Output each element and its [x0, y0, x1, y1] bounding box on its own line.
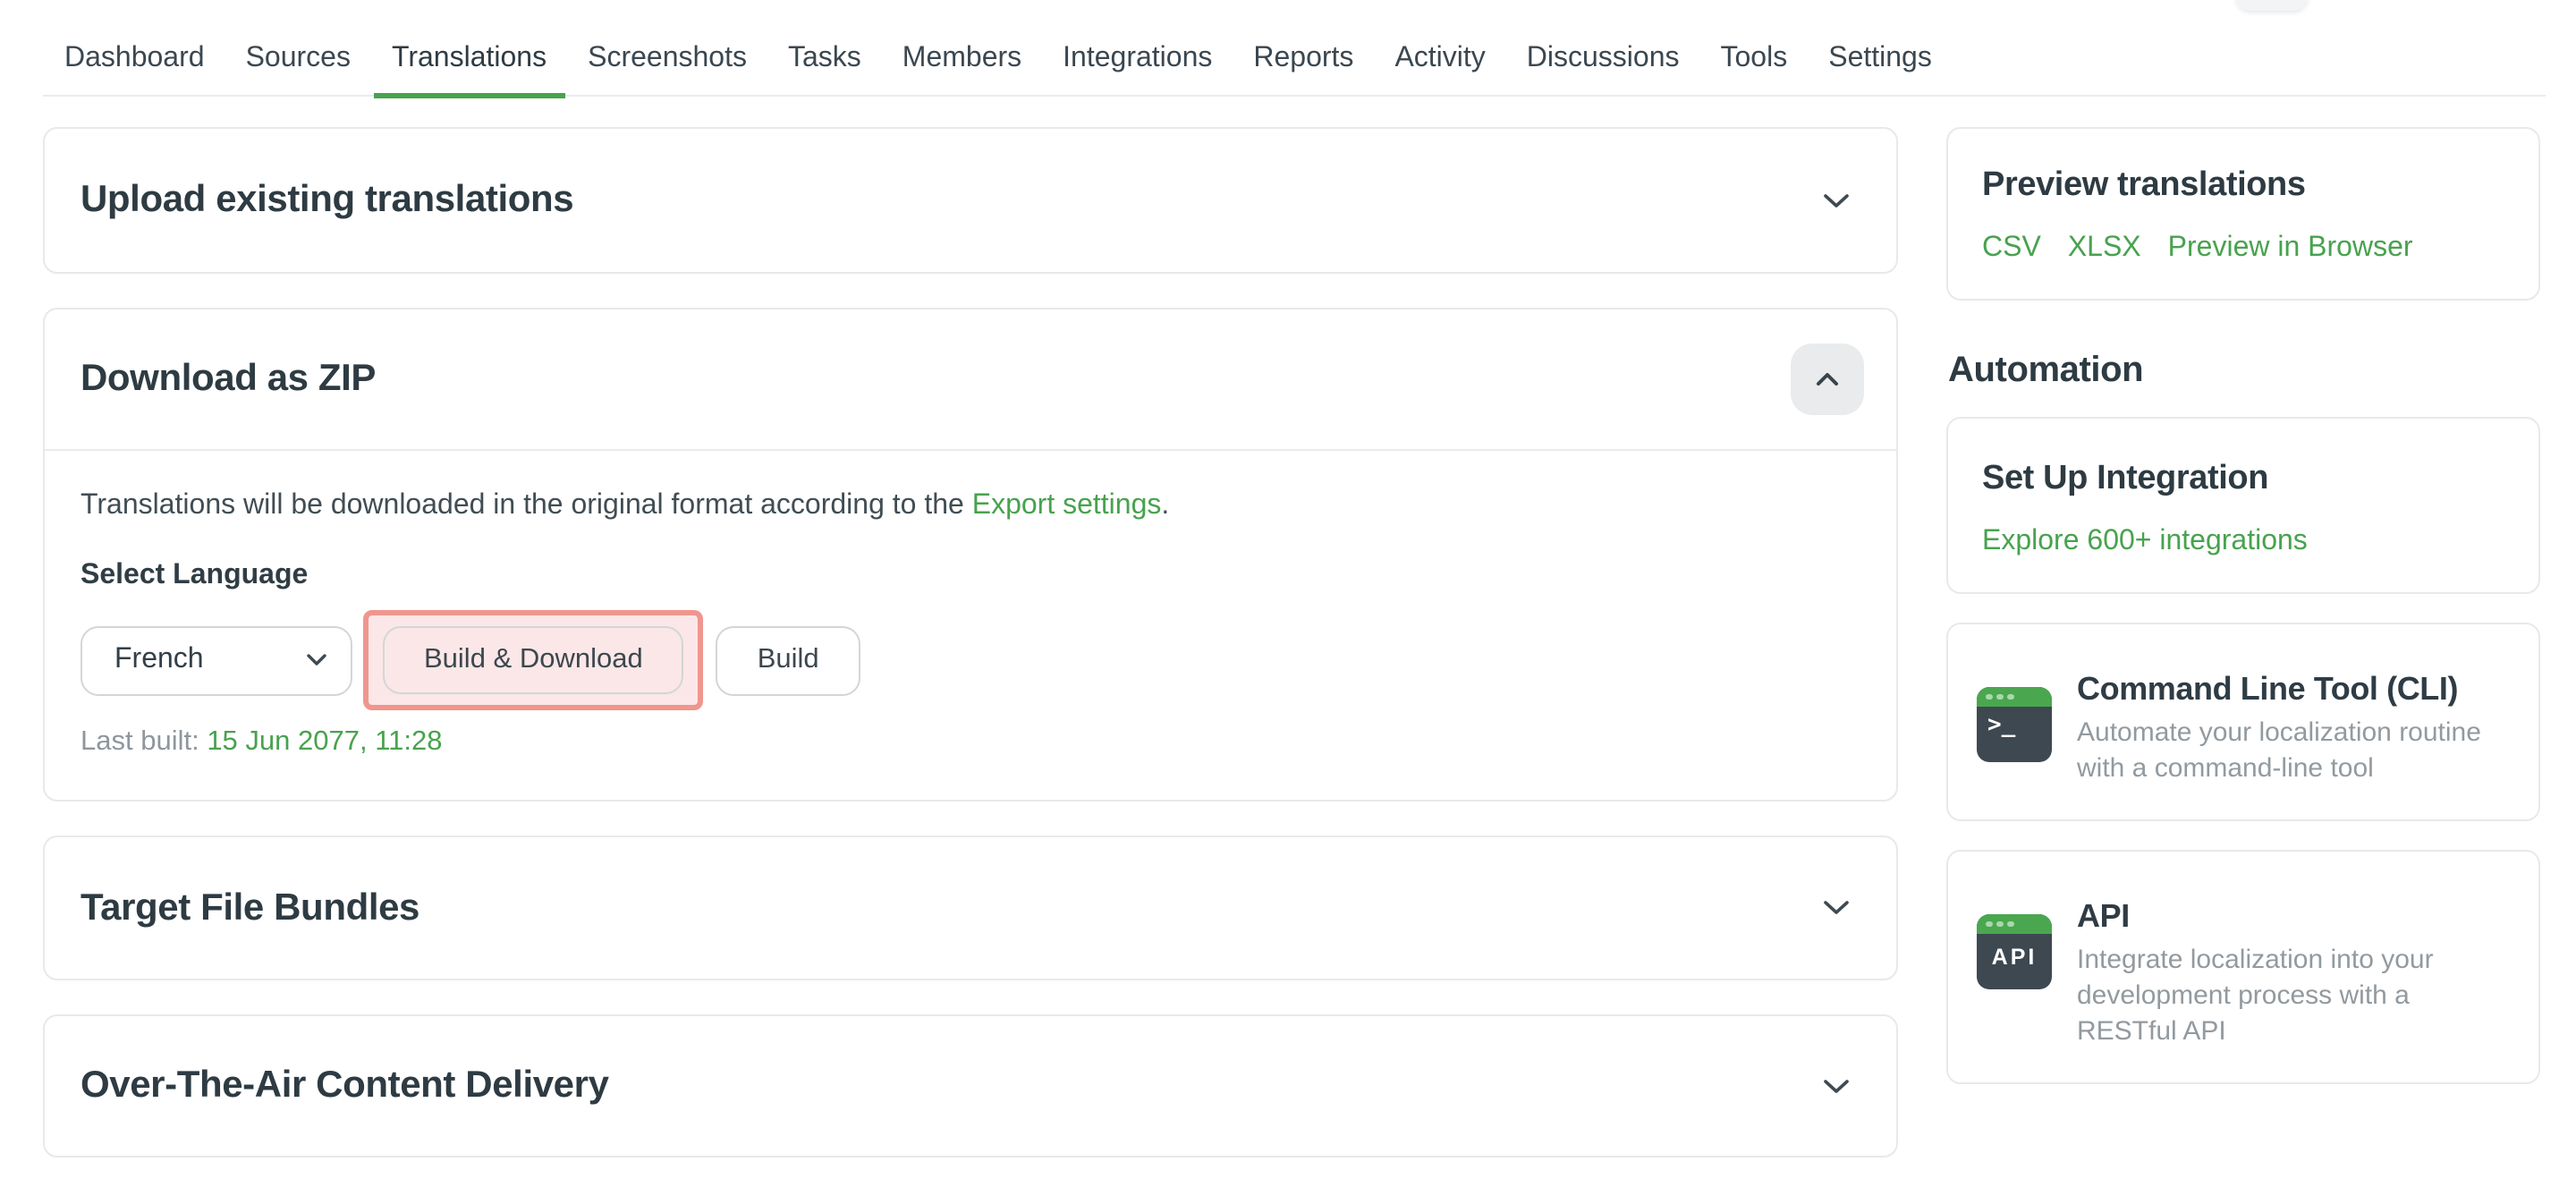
download-as-zip-card: Download as ZIP Translations will be dow…	[43, 308, 1898, 802]
sidebar: Preview translations CSV XLSX Preview in…	[1946, 127, 2540, 1084]
integration-card-title: Set Up Integration	[1982, 458, 2510, 499]
tab-tools[interactable]: Tools	[1721, 41, 1788, 97]
api-card-title: API	[2077, 895, 2513, 937]
download-card-header: Download as ZIP	[45, 310, 1896, 449]
tab-reports[interactable]: Reports	[1253, 41, 1353, 97]
terminal-prompt-glyph: >_	[1977, 707, 2052, 739]
preview-translations-card: Preview translations CSV XLSX Preview in…	[1946, 127, 2540, 301]
chevron-up-icon	[1816, 372, 1839, 386]
api-card-description: Integrate localization into your develop…	[2077, 943, 2513, 1050]
window-dot-icon	[1986, 921, 1992, 928]
build-controls-row: French Build & Download Build	[80, 610, 1860, 710]
api-icon: API	[1977, 914, 2052, 989]
tab-sources[interactable]: Sources	[246, 41, 351, 97]
tab-screenshots[interactable]: Screenshots	[588, 41, 747, 97]
set-up-integration-card: Set Up Integration Explore 600+ integrat…	[1946, 417, 2540, 594]
csv-link[interactable]: CSV	[1982, 231, 2041, 267]
chevron-down-icon	[306, 653, 327, 667]
cli-card-title: Command Line Tool (CLI)	[2077, 667, 2513, 710]
chevron-down-icon[interactable]	[1823, 900, 1850, 916]
download-description: Translations will be downloaded in the o…	[80, 487, 1860, 526]
last-built-status: Last built: 15 Jun 2077, 11:28	[80, 725, 1860, 760]
window-dot-icon	[2007, 921, 2013, 928]
cli-card-text: Command Line Tool (CLI) Automate your lo…	[2077, 667, 2513, 787]
automation-heading: Automation	[1948, 347, 2540, 394]
language-select[interactable]: French	[80, 625, 352, 695]
project-tabs: Dashboard Sources Translations Screensho…	[43, 0, 2546, 97]
window-dot-icon	[1996, 694, 2003, 700]
tab-translations[interactable]: Translations	[392, 41, 547, 97]
ota-card-title: Over-The-Air Content Delivery	[80, 1064, 609, 1107]
content-layout: Upload existing translations Download as…	[0, 97, 2576, 1158]
upload-card-title: Upload existing translations	[80, 179, 573, 222]
tab-discussions[interactable]: Discussions	[1527, 41, 1680, 97]
upload-existing-translations-card[interactable]: Upload existing translations	[43, 127, 1898, 274]
tab-tasks[interactable]: Tasks	[788, 41, 861, 97]
cutoff-toolbar-pill	[2236, 0, 2308, 11]
page: Dashboard Sources Translations Screensho…	[0, 0, 2576, 1179]
ota-content-delivery-card[interactable]: Over-The-Air Content Delivery	[43, 1014, 1898, 1158]
preview-card-title: Preview translations	[1982, 165, 2510, 206]
window-dot-icon	[1986, 694, 1992, 700]
api-card[interactable]: API API Integrate localization into your…	[1946, 850, 2540, 1084]
xlsx-link[interactable]: XLSX	[2068, 231, 2141, 267]
build-and-download-button[interactable]: Build & Download	[383, 626, 684, 694]
tab-settings[interactable]: Settings	[1828, 41, 1932, 97]
description-text: Translations will be downloaded in the o…	[80, 490, 972, 521]
main-column: Upload existing translations Download as…	[43, 127, 1898, 1158]
download-card-body: Translations will be downloaded in the o…	[45, 451, 1896, 800]
bundles-card-title: Target File Bundles	[80, 886, 419, 929]
target-file-bundles-card[interactable]: Target File Bundles	[43, 835, 1898, 980]
language-select-value: French	[114, 644, 204, 676]
build-button[interactable]: Build	[716, 625, 860, 695]
annotation-highlight-box: Build & Download	[363, 610, 704, 710]
last-built-label: Last built:	[80, 726, 207, 757]
top-navigation: Dashboard Sources Translations Screensho…	[43, 0, 2546, 97]
tab-integrations[interactable]: Integrations	[1063, 41, 1212, 97]
export-settings-link[interactable]: Export settings	[972, 490, 1162, 521]
api-icon-label: API	[1977, 934, 2052, 970]
terminal-icon: >_	[1977, 687, 2052, 762]
tab-activity[interactable]: Activity	[1394, 41, 1485, 97]
description-period: .	[1161, 490, 1169, 521]
window-dot-icon	[2007, 694, 2013, 700]
preview-in-browser-link[interactable]: Preview in Browser	[2168, 231, 2413, 267]
chevron-down-icon[interactable]	[1823, 1078, 1850, 1094]
download-card-title: Download as ZIP	[80, 358, 376, 401]
cli-card[interactable]: >_ Command Line Tool (CLI) Automate your…	[1946, 623, 2540, 821]
terminal-icon-titlebar	[1977, 687, 2052, 707]
api-icon-titlebar	[1977, 914, 2052, 934]
last-built-value: 15 Jun 2077, 11:28	[207, 726, 442, 757]
collapse-button[interactable]	[1791, 344, 1864, 415]
api-card-text: API Integrate localization into your dev…	[2077, 895, 2513, 1050]
cli-card-description: Automate your localization routine with …	[2077, 716, 2513, 787]
preview-links-row: CSV XLSX Preview in Browser	[1982, 231, 2510, 267]
select-language-label: Select Language	[80, 558, 1860, 594]
explore-integrations-link[interactable]: Explore 600+ integrations	[1982, 524, 2308, 560]
tab-dashboard[interactable]: Dashboard	[64, 41, 205, 97]
tab-members[interactable]: Members	[902, 41, 1021, 97]
chevron-down-icon[interactable]	[1823, 192, 1850, 208]
window-dot-icon	[1996, 921, 2003, 928]
